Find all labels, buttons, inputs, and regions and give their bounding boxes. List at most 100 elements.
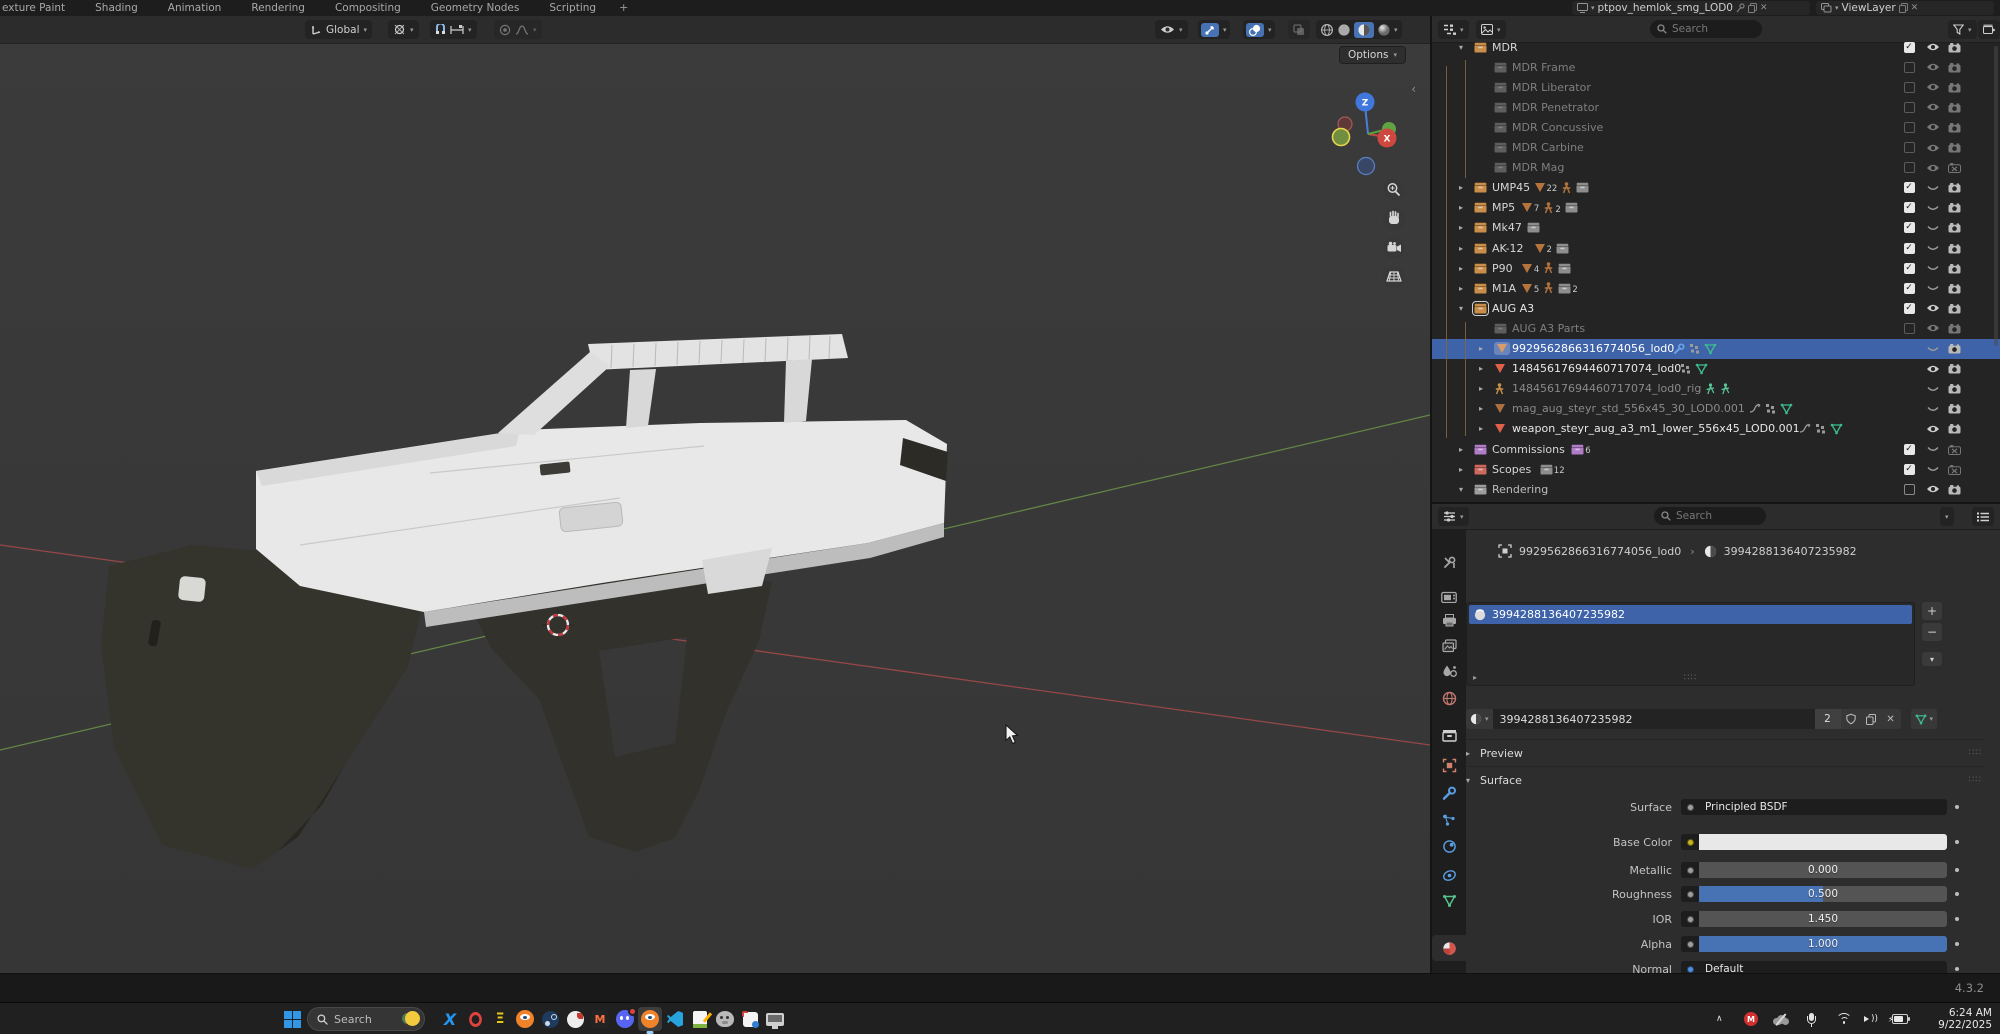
- taskbar-app-opera-gx[interactable]: [463, 1007, 487, 1031]
- animate-dot[interactable]: [1955, 805, 1959, 809]
- start-button[interactable]: [280, 1007, 304, 1031]
- slot-list-resize-grip[interactable]: ∷∷: [1684, 673, 1697, 683]
- outliner-row-ak-12[interactable]: ▸AK-122✓: [1432, 238, 2000, 258]
- property-widget[interactable]: 1.000: [1681, 936, 1947, 952]
- hide-eye-closed-icon[interactable]: [1925, 180, 1941, 196]
- hide-eye-closed-icon[interactable]: [1925, 401, 1941, 417]
- properties-search[interactable]: [1654, 507, 1766, 525]
- copy-material-icon[interactable]: [1861, 709, 1881, 729]
- properties-tab-collection[interactable]: [1432, 722, 1466, 748]
- hide-eye-open-icon[interactable]: [1925, 39, 1941, 55]
- expand-icon[interactable]: ▸: [1456, 284, 1466, 293]
- hide-eye-open-icon[interactable]: [1925, 99, 1941, 115]
- pin-icon[interactable]: [1736, 3, 1745, 13]
- exclude-checkbox[interactable]: ✓: [1901, 39, 1917, 55]
- exclude-checkbox[interactable]: [1901, 140, 1917, 156]
- outliner-row-m1a[interactable]: ▸M1A52✓: [1432, 278, 2000, 298]
- expand-icon[interactable]: ▸: [1456, 203, 1466, 212]
- zoom-button[interactable]: [1383, 179, 1405, 201]
- properties-list-icon[interactable]: [1972, 507, 1994, 526]
- taskbar-app-yellow-app[interactable]: Ξ: [488, 1007, 512, 1031]
- disable-in-renders-icon[interactable]: [1946, 59, 1962, 75]
- outliner-row-commissions[interactable]: ▸Commissions6✓: [1432, 439, 2000, 459]
- hide-eye-closed-icon[interactable]: [1925, 381, 1941, 397]
- disable-in-renders-icon[interactable]: [1946, 320, 1962, 336]
- disable-in-renders-icon[interactable]: [1946, 220, 1962, 236]
- workspace-tab-geometry-nodes[interactable]: Geometry Nodes: [416, 0, 535, 16]
- unlink-scene-icon[interactable]: ✕: [1760, 3, 1768, 13]
- expand-icon[interactable]: ▸: [1476, 384, 1486, 393]
- outliner-row-9929562866316774056-lod0[interactable]: ▸9929562866316774056_lod0: [1432, 339, 2000, 359]
- hide-eye-open-icon[interactable]: [1925, 300, 1941, 316]
- hide-eye-closed-icon[interactable]: [1925, 220, 1941, 236]
- taskbar-app-x-app[interactable]: X: [438, 1007, 462, 1031]
- exclude-checkbox[interactable]: [1901, 160, 1917, 176]
- outliner-search[interactable]: [1650, 20, 1762, 38]
- workspace-tab-compositing[interactable]: Compositing: [320, 0, 416, 16]
- transform-orientation-dropdown[interactable]: Global ▾: [305, 20, 372, 39]
- properties-tab-constraints[interactable]: [1432, 862, 1466, 888]
- disable-in-renders-icon[interactable]: [1946, 79, 1962, 95]
- workspace-tab-shading[interactable]: Shading: [80, 0, 153, 16]
- hide-eye-closed-icon[interactable]: [1925, 441, 1941, 457]
- expand-icon[interactable]: ▸: [1456, 223, 1466, 232]
- taskbar-search[interactable]: [307, 1007, 425, 1031]
- tray-onedrive-icon[interactable]: [1772, 1003, 1790, 1034]
- animate-dot[interactable]: [1955, 942, 1959, 946]
- hide-eye-open-icon[interactable]: [1925, 320, 1941, 336]
- viewport-nav-gizmo[interactable]: X Z: [1320, 71, 1430, 306]
- hide-eye-closed-icon[interactable]: [1925, 200, 1941, 216]
- exclude-checkbox[interactable]: ✓: [1901, 220, 1917, 236]
- ortho-grid-button[interactable]: [1383, 266, 1405, 288]
- properties-tab-tool[interactable]: [1432, 549, 1466, 575]
- taskbar-app-snipping[interactable]: [738, 1007, 762, 1031]
- disable-in-renders-icon[interactable]: [1946, 461, 1962, 477]
- properties-tab-data[interactable]: [1432, 888, 1466, 914]
- taskbar-app-monitor[interactable]: [763, 1007, 787, 1031]
- fake-user-shield-icon[interactable]: [1841, 709, 1861, 729]
- workspace-tab-animation[interactable]: Animation: [153, 0, 237, 16]
- xray-toggle[interactable]: [1288, 20, 1310, 39]
- disable-in-renders-icon[interactable]: [1946, 240, 1962, 256]
- taskbar-app-gimp[interactable]: [713, 1007, 737, 1031]
- disable-in-renders-icon[interactable]: [1946, 421, 1962, 437]
- expand-icon[interactable]: ▸: [1476, 404, 1486, 413]
- disable-in-renders-icon[interactable]: [1946, 401, 1962, 417]
- properties-tab-scene[interactable]: [1432, 658, 1466, 684]
- hide-eye-open-icon[interactable]: [1925, 140, 1941, 156]
- slot-list-expand-icon[interactable]: ▸: [1473, 673, 1477, 682]
- mesh-data-link-dropdown[interactable]: ▾: [1911, 709, 1938, 729]
- animate-dot[interactable]: [1955, 917, 1959, 921]
- properties-tab-modifiers[interactable]: [1432, 780, 1466, 806]
- viewlayer-selector[interactable]: ▾ ViewLayer ✕: [1816, 1, 1994, 15]
- taskbar-app-blender[interactable]: [513, 1007, 537, 1031]
- snap-target-dropdown[interactable]: ▾: [388, 20, 419, 39]
- animate-dot[interactable]: [1955, 892, 1959, 896]
- outliner-row-aug-a3-parts[interactable]: AUG A3 Parts: [1432, 318, 2000, 338]
- workspace-tab-exture-paint[interactable]: exture Paint: [0, 0, 80, 16]
- properties-tab-particles[interactable]: [1432, 807, 1466, 833]
- properties-options-chevron[interactable]: ▾: [1940, 507, 1954, 526]
- proportional-editing-dropdown[interactable]: ▾: [494, 20, 542, 39]
- base-color-swatch[interactable]: [1699, 834, 1947, 850]
- outliner[interactable]: ▾ ▾ ▾ ▾MDR✓MDR FrameMDR LiberatorMDR Pen…: [1432, 16, 2000, 503]
- property-widget[interactable]: 0.000: [1681, 862, 1947, 878]
- collapse-icon[interactable]: ▾: [1456, 304, 1466, 313]
- exclude-checkbox[interactable]: [1901, 99, 1917, 115]
- breadcrumb-object[interactable]: 9929562866316774056_lod0: [1519, 545, 1681, 558]
- properties-tab-world[interactable]: [1432, 685, 1466, 711]
- outliner-row-mdr[interactable]: ▾MDR✓: [1432, 37, 2000, 57]
- panel-surface[interactable]: ▾ Surface ∷∷: [1466, 771, 1984, 789]
- hide-eye-closed-icon[interactable]: [1925, 280, 1941, 296]
- tray-mega-icon[interactable]: M: [1744, 1003, 1758, 1034]
- hide-eye-closed-icon[interactable]: [1925, 240, 1941, 256]
- pan-hand-button[interactable]: [1383, 208, 1405, 230]
- exclude-checkbox[interactable]: [1901, 59, 1917, 75]
- exclude-checkbox[interactable]: [1901, 481, 1917, 497]
- shading-rendered-icon[interactable]: [1377, 23, 1391, 37]
- expand-icon[interactable]: ▸: [1476, 344, 1486, 353]
- outliner-row-scopes[interactable]: ▸Scopes12✓: [1432, 459, 2000, 479]
- outliner-row-rendering[interactable]: ▾Rendering: [1432, 479, 2000, 499]
- editor-split-vertical[interactable]: [1430, 16, 1432, 973]
- taskbar-app-notepad[interactable]: [688, 1007, 712, 1031]
